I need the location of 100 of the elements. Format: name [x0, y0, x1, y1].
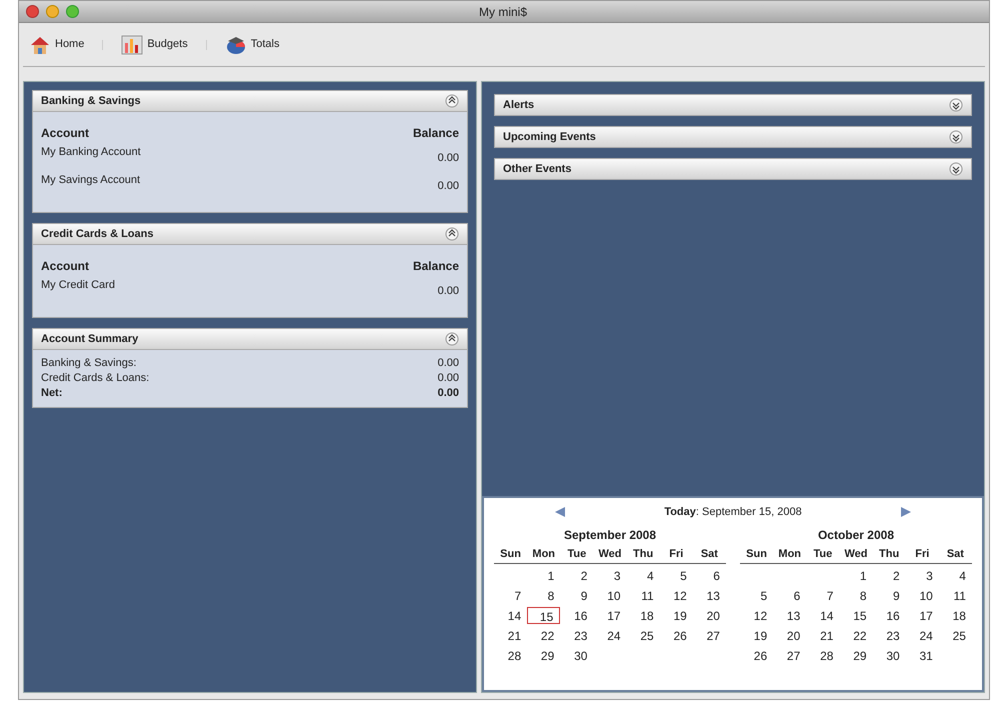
- calendar-day[interactable]: 29: [839, 646, 873, 664]
- column-header: Balance: [412, 125, 459, 142]
- calendar-day[interactable]: 20: [692, 606, 726, 624]
- weekday-label: Wed: [597, 547, 622, 562]
- calendar-day[interactable]: 9: [560, 586, 594, 604]
- today-label: Today: September 15, 2008: [664, 504, 802, 520]
- close-button[interactable]: [26, 5, 39, 18]
- calendar-day[interactable]: 3: [593, 566, 627, 584]
- calendar-day[interactable]: 7: [806, 586, 840, 604]
- calendar-day[interactable]: 19: [660, 606, 693, 624]
- calendar-day[interactable]: 26: [660, 626, 693, 644]
- calendar-day[interactable]: 28: [806, 646, 840, 664]
- calendar-day[interactable]: 24: [906, 626, 939, 644]
- calendar-day[interactable]: 23: [560, 626, 594, 644]
- calendar-day[interactable]: 20: [773, 626, 806, 644]
- calendar-day[interactable]: 1: [839, 566, 873, 584]
- calendar-day[interactable]: 25: [626, 626, 660, 644]
- panel-header[interactable]: Other Events: [494, 158, 972, 180]
- panel-header[interactable]: Account Summary: [32, 328, 468, 350]
- calendar-day[interactable]: 17: [906, 606, 939, 624]
- column-header: Balance: [412, 258, 459, 275]
- calendar-day[interactable]: 30: [872, 646, 906, 664]
- toolbar-button[interactable]: Budgets: [121, 34, 188, 54]
- calendar-day[interactable]: 2: [872, 566, 906, 584]
- calendar-day[interactable]: 2: [560, 566, 594, 584]
- calendar-day[interactable]: 15: [527, 606, 560, 624]
- account-name: My Credit Card: [41, 278, 115, 293]
- weekday-label: Sat: [700, 547, 719, 562]
- calendar-day[interactable]: 25: [938, 626, 972, 644]
- calendar-day[interactable]: 19: [740, 626, 774, 644]
- calendar-day[interactable]: 22: [839, 626, 873, 644]
- calendar-day[interactable]: 14: [806, 606, 840, 624]
- calendar-day[interactable]: 18: [626, 606, 660, 624]
- calendar-day[interactable]: 30: [560, 646, 594, 664]
- weekday-label: Mon: [531, 547, 556, 562]
- calendar-day[interactable]: 1: [527, 566, 560, 584]
- calendar-day[interactable]: 12: [660, 586, 693, 604]
- calendar-day[interactable]: 28: [494, 646, 528, 664]
- calendar-day[interactable]: 26: [740, 646, 774, 664]
- calendar-day[interactable]: 27: [692, 626, 726, 644]
- calendar-day[interactable]: 17: [593, 606, 627, 624]
- calendar-day[interactable]: 10: [593, 586, 627, 604]
- expand-icon[interactable]: [949, 98, 963, 112]
- toolbar-button[interactable]: Home: [29, 34, 84, 54]
- calendar-day[interactable]: 13: [692, 586, 726, 604]
- calendar-day[interactable]: 4: [626, 566, 660, 584]
- calendar-day[interactable]: 11: [626, 586, 660, 604]
- calendar-day[interactable]: 5: [660, 566, 693, 584]
- calendar-day[interactable]: 11: [938, 586, 972, 604]
- collapse-icon[interactable]: [445, 227, 459, 241]
- panel-header[interactable]: Alerts: [494, 94, 972, 116]
- calendar-day[interactable]: 15: [839, 606, 873, 624]
- panel-header[interactable]: Credit Cards & Loans: [32, 223, 468, 245]
- calendar-day[interactable]: 21: [806, 626, 840, 644]
- panel-header[interactable]: Upcoming Events: [494, 126, 972, 148]
- calendar-day[interactable]: 27: [773, 646, 806, 664]
- calendar-day[interactable]: 6: [692, 566, 726, 584]
- weekday-label: Mon: [777, 547, 802, 562]
- calendar-day[interactable]: 8: [527, 586, 560, 604]
- calendar-day[interactable]: 14: [494, 606, 528, 624]
- calendar-day[interactable]: 10: [906, 586, 939, 604]
- calendar-day[interactable]: 5: [740, 586, 774, 604]
- calendar-day[interactable]: 12: [740, 606, 774, 624]
- weekday-label: Sun: [499, 547, 522, 562]
- calendar-day[interactable]: 21: [494, 626, 528, 644]
- panel-title: Credit Cards & Loans: [41, 226, 154, 242]
- balance-value: 0.00: [438, 284, 459, 298]
- balance-value: 0.00: [438, 150, 459, 166]
- calendar-day[interactable]: 31: [906, 646, 939, 664]
- calendar-day[interactable]: 24: [593, 626, 627, 644]
- weekday-label: Tue: [812, 547, 834, 562]
- calendar-day[interactable]: 18: [938, 606, 972, 624]
- calendar-day[interactable]: 3: [906, 566, 939, 584]
- calendar-day[interactable]: 4: [938, 566, 972, 584]
- calendar-day[interactable]: 13: [773, 606, 806, 624]
- expand-icon[interactable]: [949, 130, 963, 144]
- bar-chart-icon: [121, 34, 144, 54]
- calendar-day[interactable]: 29: [527, 646, 560, 664]
- calendar-day[interactable]: 16: [872, 606, 906, 624]
- panel-title: Alerts: [503, 98, 534, 113]
- expand-icon[interactable]: [949, 162, 963, 176]
- calendar-day[interactable]: 16: [560, 606, 594, 624]
- toolbar-button[interactable]: Totals: [224, 34, 280, 54]
- next-arrow-icon[interactable]: [900, 506, 912, 518]
- collapse-icon[interactable]: [445, 332, 459, 346]
- panel-title: Account Summary: [41, 332, 138, 347]
- calendar-day[interactable]: 7: [494, 586, 528, 604]
- account-name: My Savings Account: [41, 173, 140, 188]
- calendar-day[interactable]: 6: [773, 586, 806, 604]
- panel-header[interactable]: Banking & Savings: [32, 90, 468, 112]
- account-name: My Banking Account: [41, 145, 141, 160]
- pie-chart-icon: [224, 34, 247, 54]
- calendar-day[interactable]: 23: [872, 626, 906, 644]
- previous-arrow-icon[interactable]: [554, 506, 566, 518]
- collapse-icon[interactable]: [445, 94, 459, 108]
- summary-label: Credit Cards & Loans:: [41, 371, 150, 386]
- calendar-day[interactable]: 8: [839, 586, 873, 604]
- column-header: Account: [41, 258, 89, 275]
- calendar-day[interactable]: 9: [872, 586, 906, 604]
- calendar-day[interactable]: 22: [527, 626, 560, 644]
